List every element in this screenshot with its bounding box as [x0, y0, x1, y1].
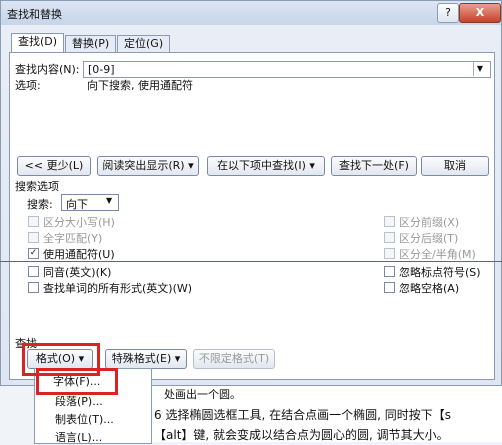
help-button[interactable]: ? — [437, 3, 459, 23]
find-replace-dialog: 查找和替换 ? X 查找(D) 替换(P) 定位(G) 查找内容(N): [0-… — [0, 0, 502, 386]
doc-line: 处画出一个圆。 — [164, 388, 241, 401]
find-what-label: 查找内容(N): — [15, 63, 80, 76]
options-value: 向下搜索, 使用通配符 — [87, 79, 193, 92]
find-what-input[interactable]: [0-9] — [83, 61, 491, 78]
chevron-down-icon[interactable]: ▼ — [473, 62, 486, 76]
use-wildcards-checkbox[interactable]: ✓ — [28, 248, 39, 259]
annotation-box-font — [36, 368, 118, 395]
find-in-button[interactable]: 在以下项中查找(I) ▾ — [207, 156, 325, 176]
ignore-punctuation-checkbox[interactable] — [384, 266, 395, 277]
no-formatting-button[interactable]: 不限定格式(T) — [193, 349, 275, 369]
special-format-button[interactable]: 特殊格式(E) ▾ — [105, 349, 187, 369]
reading-highlight-label: 阅读突出显示(R) — [102, 159, 185, 172]
search-direction-value: 向下 — [66, 198, 88, 211]
title-bar[interactable]: 查找和替换 ? X — [1, 1, 501, 25]
menu-item-paragraph[interactable]: 段落(P)... — [55, 393, 103, 409]
dialog-title: 查找和替换 — [7, 8, 62, 21]
use-wildcards-label: 使用通配符(U) — [43, 248, 115, 261]
search-direction-select[interactable]: 向下 ▼ — [61, 194, 119, 211]
doc-line: 6 选择椭圆选框工具, 在结合点画一个椭圆, 同时按下【s — [154, 408, 451, 422]
match-suffix-label: 区分后缀(T) — [399, 232, 459, 245]
ignore-spaces-label: 忽略空格(A) — [399, 282, 460, 295]
match-suffix-checkbox[interactable] — [384, 232, 395, 243]
match-prefix-label: 区分前缀(X) — [399, 216, 460, 229]
options-label: 选项: — [15, 79, 41, 92]
find-in-label: 在以下项中查找(I) — [217, 159, 306, 172]
all-word-forms-label: 查找单词的所有形式(英文)(W) — [43, 282, 193, 295]
dropdown-arrow-icon: ▾ — [174, 352, 181, 365]
ignore-spaces-checkbox[interactable] — [384, 282, 395, 293]
less-button[interactable]: << 更少(L) — [17, 156, 91, 176]
match-width-label: 区分全/半角(M) — [399, 248, 476, 261]
match-width-checkbox[interactable] — [384, 248, 395, 259]
search-options-heading: 搜索选项 — [15, 180, 59, 193]
chevron-down-icon: ▼ — [106, 196, 113, 205]
find-next-button[interactable]: 查找下一处(F) — [331, 156, 417, 176]
all-word-forms-checkbox[interactable] — [28, 282, 39, 293]
whole-word-checkbox[interactable] — [28, 232, 39, 243]
annotation-line — [0, 261, 502, 262]
doc-line: 【alt】键, 就会变成以结合点为圆心的圆, 调节其大小。 — [154, 428, 449, 442]
tab-replace[interactable]: 替换(P) — [65, 35, 117, 52]
menu-item-tabs[interactable]: 制表位(T)... — [55, 411, 114, 427]
match-case-checkbox[interactable] — [28, 216, 39, 227]
match-prefix-checkbox[interactable] — [384, 216, 395, 227]
whole-word-label: 全字匹配(Y) — [43, 232, 103, 245]
tab-find[interactable]: 查找(D) — [11, 33, 65, 53]
search-direction-label: 搜索: — [27, 198, 53, 211]
dropdown-arrow-icon: ▾ — [309, 159, 315, 172]
menu-item-language[interactable]: 语言(L)... — [55, 429, 102, 445]
dropdown-arrow-icon: ▾ — [188, 159, 194, 172]
match-case-label: 区分大小写(H) — [43, 216, 115, 229]
reading-highlight-button[interactable]: 阅读突出显示(R) ▾ — [97, 156, 199, 176]
close-button[interactable]: X — [459, 3, 501, 23]
ignore-punctuation-label: 忽略标点符号(S) — [399, 266, 481, 279]
background-document: 处画出一个圆。 6 选择椭圆选框工具, 在结合点画一个椭圆, 同时按下【s 【a… — [150, 384, 502, 442]
tab-goto[interactable]: 定位(G) — [117, 35, 171, 52]
sounds-like-checkbox[interactable] — [28, 266, 39, 277]
cancel-button[interactable]: 取消 — [421, 156, 489, 176]
sounds-like-label: 同音(英文)(K) — [43, 266, 112, 279]
special-format-label: 特殊格式(E) — [111, 352, 172, 365]
